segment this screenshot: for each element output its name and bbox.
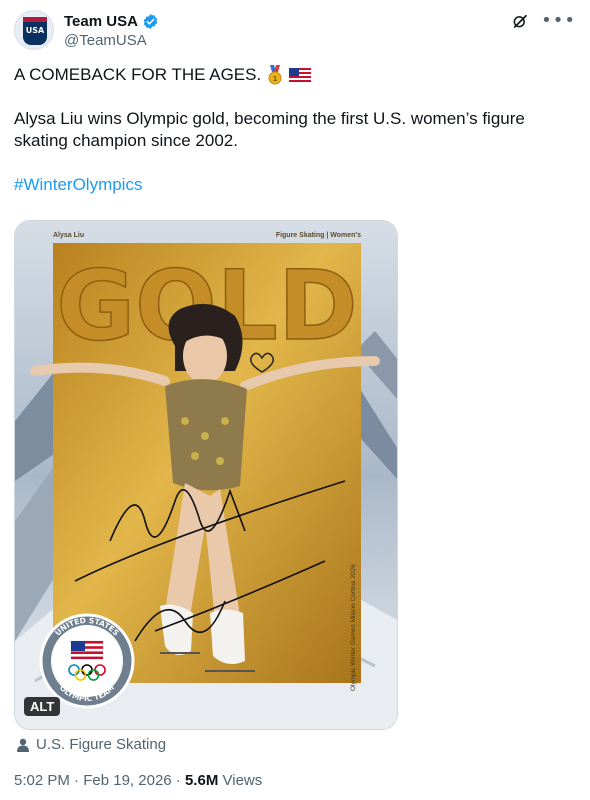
avatar[interactable]: USA	[14, 10, 54, 50]
person-icon	[17, 738, 29, 752]
hashtag-link[interactable]: #WinterOlympics	[14, 174, 574, 196]
meta-separator: ·	[175, 772, 181, 789]
tweet-meta: 5:02 PM · Feb 19, 2026 · 5.6M Views	[14, 772, 262, 789]
tweet-image[interactable]: GOLD Alysa Liu Figure Skating | Women's …	[14, 220, 398, 730]
gold-medal-emoji: 1	[268, 65, 282, 85]
meta-separator: ·	[74, 772, 80, 789]
athlete-name-label: Alysa Liu	[53, 232, 84, 239]
tweet-header: USA Team USA @TeamUSA •••	[14, 10, 576, 54]
views-count: 5.6M	[184, 772, 219, 789]
tagged-label: U.S. Figure Skating	[36, 736, 167, 753]
event-label: Figure Skating | Women's	[276, 232, 361, 239]
side-caption: Olympic Winter Games Milano Cortina 2026	[350, 564, 357, 691]
us-flag-emoji	[289, 68, 312, 82]
views-label: Views	[222, 772, 263, 789]
olympic-team-seal: UNITED STATES OLYMPIC TEAM	[39, 613, 135, 709]
svg-text:1: 1	[273, 75, 278, 83]
tweet-line-1: A COMEBACK FOR THE AGES.	[14, 65, 262, 84]
tweet-text: A COMEBACK FOR THE AGES. 1 Alysa Liu win…	[14, 64, 574, 196]
team-usa-logo: USA	[23, 17, 47, 45]
post-time[interactable]: 5:02 PM	[14, 772, 70, 789]
tweet-line-2: Alysa Liu wins Olympic gold, becoming th…	[14, 109, 525, 150]
display-name[interactable]: Team USA	[64, 13, 138, 30]
more-options-icon[interactable]: •••	[541, 12, 576, 30]
author-names: Team USA @TeamUSA	[64, 11, 159, 49]
alt-text-badge[interactable]: ALT	[24, 697, 61, 716]
verified-badge-icon	[143, 13, 158, 29]
post-date[interactable]: Feb 19, 2026	[83, 772, 171, 789]
handle[interactable]: @TeamUSA	[64, 32, 159, 49]
avatar-text: USA	[25, 26, 45, 35]
grok-icon[interactable]	[511, 12, 529, 30]
tagged-account[interactable]: U.S. Figure Skating	[16, 736, 166, 753]
